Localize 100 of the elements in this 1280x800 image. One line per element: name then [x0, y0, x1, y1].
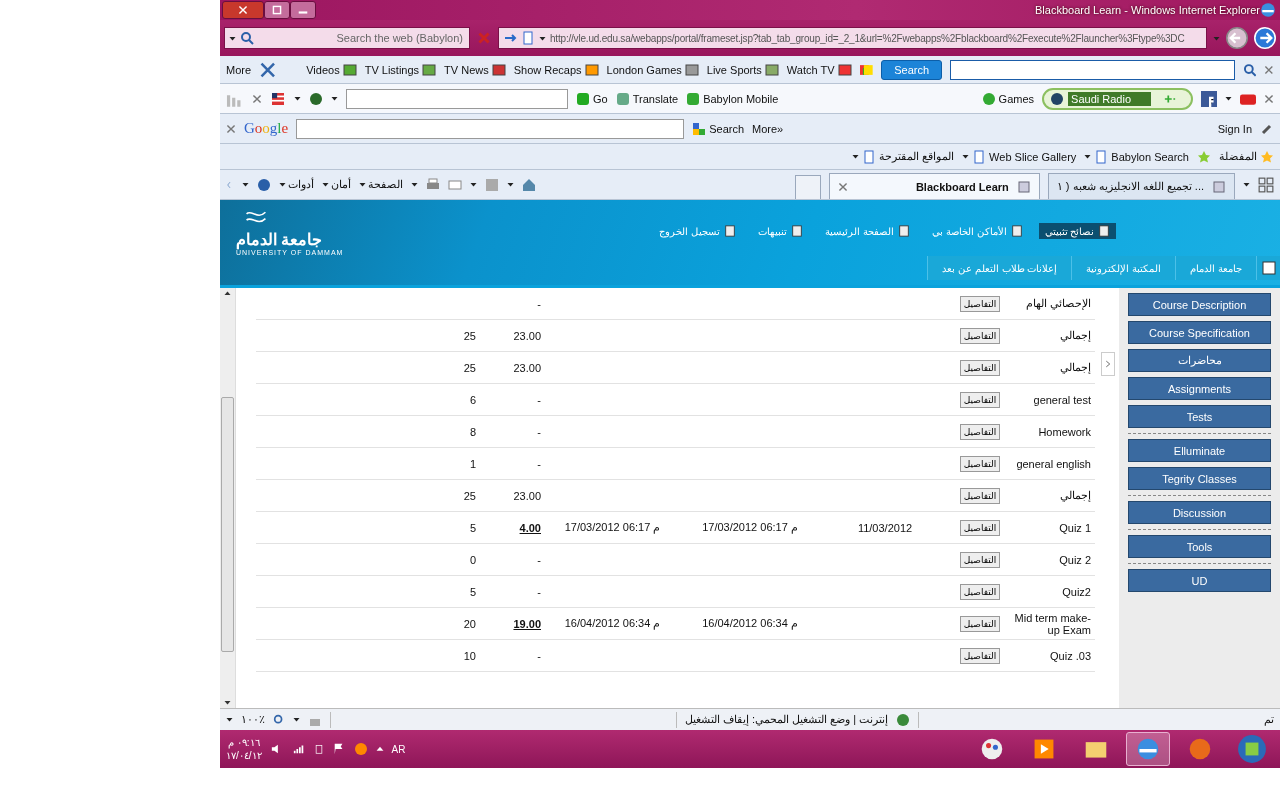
- course-menu-button[interactable]: Discussion: [1128, 501, 1271, 524]
- caret-icon[interactable]: [331, 95, 338, 102]
- toolbar-link[interactable]: London Games: [606, 62, 699, 77]
- google-search-button[interactable]: Search: [692, 121, 745, 136]
- caret-icon[interactable]: [507, 181, 514, 188]
- caret-icon[interactable]: [411, 181, 418, 188]
- browser-tab[interactable]: Blackboard Learn: [828, 173, 1040, 199]
- favorites-link[interactable]: المواقع المقترحة: [852, 149, 955, 164]
- home-icon[interactable]: [522, 177, 536, 192]
- course-menu-button[interactable]: Tools: [1128, 535, 1271, 558]
- favorites-button[interactable]: المفضلة: [1219, 149, 1274, 164]
- toolbar-link[interactable]: TV Listings: [364, 62, 437, 77]
- details-button[interactable]: التفاصيل: [959, 359, 1001, 376]
- close-icon[interactable]: [1264, 93, 1274, 104]
- toolbar-button[interactable]: Babylon Mobile: [686, 91, 779, 106]
- details-button[interactable]: التفاصيل: [959, 615, 1001, 632]
- search-field[interactable]: [950, 59, 1235, 80]
- sign-in-link[interactable]: Sign In: [1217, 122, 1252, 135]
- close-icon[interactable]: [1264, 64, 1274, 75]
- details-button[interactable]: التفاصيل: [959, 455, 1001, 472]
- search-field[interactable]: Search the web (Babylon): [224, 27, 470, 49]
- header-link[interactable]: نصائح تثبيتي: [1038, 223, 1117, 239]
- close-icon[interactable]: [226, 123, 236, 134]
- quick-tabs-icon[interactable]: [1258, 176, 1274, 193]
- browser-tab[interactable]: تجميع اللغه الانجليزيه شعبه ( ١ ...: [1047, 173, 1235, 199]
- close-icon[interactable]: [252, 93, 262, 104]
- toolbar-link[interactable]: Videos: [306, 62, 357, 77]
- favorites-link[interactable]: Web Slice Gallery: [962, 149, 1077, 164]
- course-menu-button[interactable]: Tegrity Classes: [1128, 467, 1271, 490]
- favorites-link[interactable]: Babylon Search: [1084, 149, 1189, 164]
- search-button[interactable]: Search: [881, 59, 943, 80]
- details-button[interactable]: التفاصيل: [959, 583, 1001, 600]
- caret-icon[interactable]: [1084, 153, 1092, 160]
- close-button[interactable]: [222, 1, 264, 19]
- caret-icon[interactable]: [279, 181, 286, 188]
- radio-player[interactable]: Saudi Radio: [1042, 87, 1193, 110]
- details-button[interactable]: التفاصيل: [959, 391, 1001, 408]
- caret-icon[interactable]: [470, 181, 477, 188]
- details-button[interactable]: التفاصيل: [959, 647, 1001, 664]
- flag-icon[interactable]: [270, 92, 286, 105]
- address-field[interactable]: http://vle.ud.edu.sa/webapps/portal/frameset.jsp?tab_tab_group_id=_2_1&url=%2Fwebapps%2Fblackboard%2Fexecute%2Flauncher%3Ftype%3DC: [498, 27, 1207, 49]
- clock[interactable]: ٠٩:١٦ م ١٧/٠٤/١٢: [226, 736, 262, 762]
- course-menu-button[interactable]: Course Specification: [1128, 321, 1271, 344]
- security-zone[interactable]: إنترنت | وضع التشغيل المحمي: إيقاف التشغيل: [684, 713, 889, 726]
- star-icon[interactable]: [1197, 149, 1211, 164]
- caret-icon[interactable]: [226, 716, 233, 723]
- toolbar-button[interactable]: Translate: [615, 91, 679, 106]
- tools-icon[interactable]: [259, 60, 277, 79]
- status-text[interactable]: تم: [1264, 713, 1274, 726]
- caret-icon[interactable]: [322, 181, 329, 188]
- details-button[interactable]: التفاصيل: [959, 327, 1001, 344]
- facebook-icon[interactable]: [1201, 90, 1217, 107]
- details-button[interactable]: التفاصيل: [959, 487, 1001, 504]
- toolbar-button[interactable]: Go: [576, 91, 608, 106]
- restore-button[interactable]: [264, 1, 290, 19]
- back-icon[interactable]: [1226, 27, 1248, 49]
- search-icon[interactable]: [1242, 62, 1257, 77]
- course-menu-button[interactable]: Assignments: [1128, 377, 1271, 400]
- close-icon[interactable]: [837, 181, 848, 192]
- google-search-field[interactable]: [296, 118, 685, 139]
- zoom-control[interactable]: ١٠٠٪: [241, 713, 265, 726]
- caret-icon[interactable]: [359, 181, 366, 188]
- translate-field[interactable]: [346, 88, 568, 109]
- command-menu[interactable]: الصفحة: [359, 178, 403, 191]
- more-link[interactable]: More»: [752, 122, 784, 135]
- course-menu-button[interactable]: UD: [1128, 569, 1271, 592]
- toolbar-link[interactable]: TV News: [444, 62, 506, 77]
- details-button[interactable]: التفاصيل: [959, 423, 1001, 440]
- caret-icon[interactable]: [539, 34, 546, 42]
- taskbar-app[interactable]: [1126, 732, 1170, 766]
- course-menu-button[interactable]: Tests: [1128, 405, 1271, 428]
- search-icon[interactable]: [240, 31, 254, 45]
- caret-icon[interactable]: [294, 95, 301, 102]
- forward-icon[interactable]: [1254, 27, 1276, 49]
- course-menu-button[interactable]: Elluminate: [1128, 439, 1271, 462]
- caret-icon[interactable]: [1243, 181, 1250, 188]
- print-icon[interactable]: [426, 177, 440, 192]
- toolbar-link[interactable]: Live Sports: [706, 62, 779, 77]
- more-link[interactable]: More: [226, 63, 252, 76]
- details-button[interactable]: التفاصيل: [959, 551, 1001, 568]
- caret-icon[interactable]: [852, 153, 860, 160]
- toolbar-link[interactable]: Show Recaps: [513, 62, 599, 77]
- course-menu-button[interactable]: محاضرات: [1128, 349, 1271, 372]
- course-menu-button[interactable]: Course Description: [1128, 293, 1271, 316]
- caret-icon[interactable]: [229, 34, 236, 42]
- toolbar-link[interactable]: Watch TV: [786, 62, 852, 77]
- games-link[interactable]: Games: [981, 91, 1035, 106]
- caret-icon[interactable]: [242, 181, 249, 188]
- score-link[interactable]: 19.00: [480, 617, 545, 630]
- details-button[interactable]: التفاصيل: [959, 295, 1001, 312]
- minimize-button[interactable]: [290, 1, 316, 19]
- command-menu[interactable]: أمان: [322, 178, 351, 191]
- caret-icon[interactable]: [1225, 95, 1232, 102]
- language-indicator[interactable]: AR: [391, 743, 406, 755]
- details-button[interactable]: التفاصيل: [959, 519, 1001, 536]
- caret-icon[interactable]: [962, 153, 970, 160]
- search-input[interactable]: Search the web (Babylon): [258, 31, 465, 45]
- score-link[interactable]: 4.00: [480, 521, 545, 534]
- caret-icon[interactable]: [293, 716, 300, 723]
- scrollbar[interactable]: [220, 288, 236, 708]
